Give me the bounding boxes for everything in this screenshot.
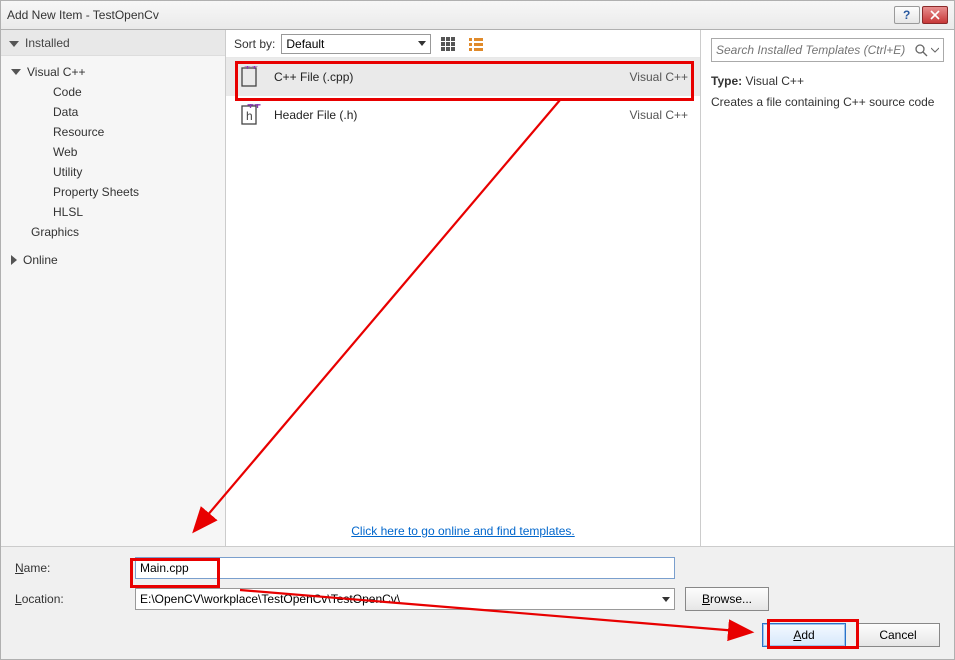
location-value: E:\OpenCV\workplace\TestOpenCv\TestOpenC…: [140, 592, 400, 606]
details-type-label: Type:: [711, 74, 742, 88]
bottom-form: NName:ame: Location: E:\OpenCV\workplace…: [1, 546, 954, 659]
location-label: Location:: [15, 592, 125, 606]
location-combo[interactable]: E:\OpenCV\workplace\TestOpenCv\TestOpenC…: [135, 588, 675, 610]
browse-button[interactable]: Browse...: [685, 587, 769, 611]
tree-item-utility[interactable]: Utility: [1, 162, 225, 182]
window-title: Add New Item - TestOpenCv: [7, 8, 892, 22]
view-medium-icons-button[interactable]: [437, 34, 459, 54]
chevron-right-icon: [11, 255, 17, 265]
tree-item-label: Resource: [53, 125, 104, 139]
online-templates-link-row: Click here to go online and find templat…: [226, 516, 700, 546]
tree-item-hlsl[interactable]: HLSL: [1, 202, 225, 222]
tree-item-label: Online: [23, 253, 58, 267]
search-input[interactable]: [716, 43, 914, 57]
dialog-body: Installed Visual C++ Code Data Resource …: [0, 30, 955, 660]
svg-text:?: ?: [903, 9, 910, 21]
tree-item-property-sheets[interactable]: Property Sheets: [1, 182, 225, 202]
sort-label: Sort by:: [234, 37, 275, 51]
cpp-file-icon: ++: [238, 65, 262, 89]
upper-pane: Installed Visual C++ Code Data Resource …: [1, 30, 954, 546]
chevron-down-icon: [418, 41, 426, 46]
sort-row: Sort by: Default: [226, 30, 700, 58]
tree-item-label: Data: [53, 105, 78, 119]
template-item-name: C++ File (.cpp): [274, 70, 618, 84]
title-bar: Add New Item - TestOpenCv ?: [0, 0, 955, 30]
location-row: Location: E:\OpenCV\workplace\TestOpenCv…: [15, 587, 940, 611]
tree-item-label: Property Sheets: [53, 185, 139, 199]
template-item-group: Visual C++: [630, 108, 688, 122]
search-icon: [914, 43, 928, 57]
sidebar-header-label: Installed: [25, 36, 70, 50]
template-item-cpp-file[interactable]: ++ C++ File (.cpp) Visual C++: [226, 58, 700, 96]
tree-item-label: Utility: [53, 165, 82, 179]
details-pane: Type: Visual C++ Creates a file containi…: [701, 30, 954, 546]
tree-item-visualcpp[interactable]: Visual C++: [1, 62, 225, 82]
online-templates-link[interactable]: Click here to go online and find templat…: [351, 524, 574, 538]
template-item-name: Header File (.h): [274, 108, 618, 122]
view-small-icons-button[interactable]: [465, 34, 487, 54]
svg-text:++: ++: [247, 104, 261, 112]
tree-item-label: Visual C++: [27, 65, 85, 79]
chevron-down-icon: [11, 69, 21, 75]
help-button[interactable]: ?: [894, 6, 920, 24]
dialog-button-row: Add Cancel: [15, 619, 940, 647]
cancel-button[interactable]: Cancel: [856, 623, 940, 647]
tree-item-code[interactable]: Code: [1, 82, 225, 102]
sidebar: Installed Visual C++ Code Data Resource …: [1, 30, 226, 546]
search-dropdown-icon[interactable]: [931, 43, 939, 57]
sort-select[interactable]: Default: [281, 34, 431, 54]
sidebar-header-installed[interactable]: Installed: [1, 30, 225, 56]
sort-value: Default: [286, 37, 418, 51]
name-field-wrapper: [135, 557, 675, 579]
details-description: Creates a file containing C++ source cod…: [711, 94, 944, 110]
search-box[interactable]: [711, 38, 944, 62]
chevron-down-icon: [662, 597, 670, 602]
chevron-down-icon: [9, 41, 19, 47]
svg-text:++: ++: [244, 66, 258, 73]
details-type: Type: Visual C++: [711, 74, 944, 88]
tree-item-data[interactable]: Data: [1, 102, 225, 122]
template-item-group: Visual C++: [630, 70, 688, 84]
close-button[interactable]: [922, 6, 948, 24]
tree-item-label: Code: [53, 85, 82, 99]
tree-item-online[interactable]: Online: [1, 250, 225, 270]
template-pane: Sort by: Default ++ C++ File (.cpp): [226, 30, 701, 546]
tree-item-graphics[interactable]: Graphics: [1, 222, 225, 242]
name-label: NName:ame:: [15, 561, 125, 575]
template-item-header-file[interactable]: h++ Header File (.h) Visual C++: [226, 96, 700, 134]
tree-item-label: HLSL: [53, 205, 83, 219]
name-row: NName:ame:: [15, 557, 940, 579]
add-button[interactable]: Add: [762, 623, 846, 647]
template-list: ++ C++ File (.cpp) Visual C++ h++ Header…: [226, 58, 700, 516]
name-input[interactable]: [140, 561, 670, 575]
tree-item-web[interactable]: Web: [1, 142, 225, 162]
template-tree: Visual C++ Code Data Resource Web Utilit…: [1, 56, 225, 276]
header-file-icon: h++: [238, 103, 262, 127]
tree-item-label: Web: [53, 145, 77, 159]
tree-item-label: Graphics: [31, 225, 79, 239]
tree-item-resource[interactable]: Resource: [1, 122, 225, 142]
details-type-value: Visual C++: [745, 74, 803, 88]
cancel-button-label: Cancel: [879, 628, 916, 642]
